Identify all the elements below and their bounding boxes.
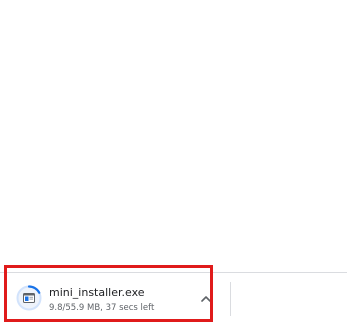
download-menu-button[interactable] [198, 290, 214, 306]
browser-window: mini_installer.exe 9.8/55.9 MB, 37 secs … [0, 0, 347, 323]
download-progress-ring [16, 285, 42, 311]
page-content-area [0, 0, 347, 272]
shelf-divider [230, 282, 231, 316]
installer-window-icon [23, 293, 35, 303]
download-progress-ring-icon[interactable] [15, 284, 43, 312]
download-file-name[interactable]: mini_installer.exe [49, 286, 145, 300]
chevron-up-icon [201, 295, 211, 302]
download-status-text: 9.8/55.9 MB, 37 secs left [49, 303, 155, 313]
